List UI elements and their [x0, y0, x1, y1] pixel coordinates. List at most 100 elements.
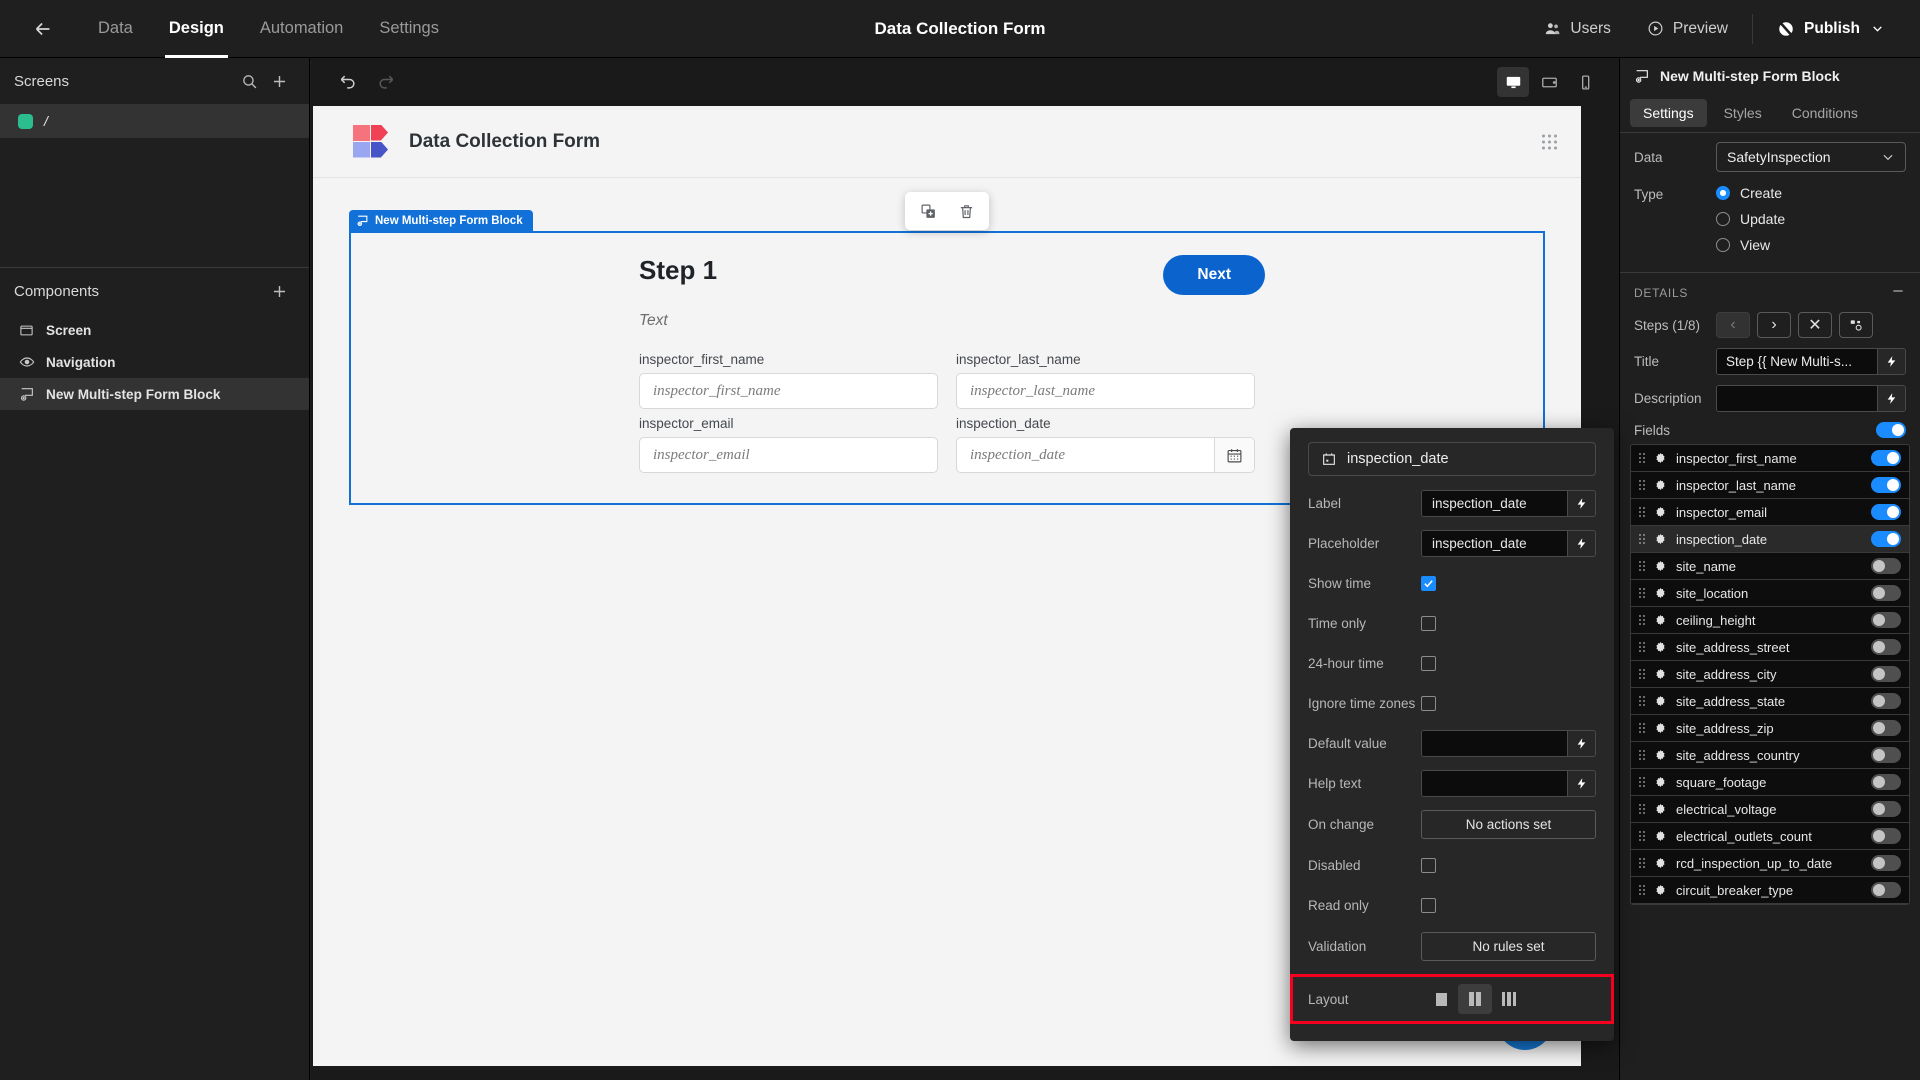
undo-icon[interactable] [329, 72, 367, 92]
drag-handle-icon[interactable] [1639, 588, 1645, 598]
field-enabled-toggle[interactable] [1871, 504, 1901, 520]
collapse-icon[interactable] [1890, 283, 1906, 302]
back-arrow-icon[interactable] [20, 0, 66, 58]
drag-handle-icon[interactable] [1542, 134, 1557, 149]
gear-icon[interactable] [1654, 857, 1667, 870]
desktop-icon[interactable] [1497, 67, 1529, 97]
field-input[interactable]: inspector_last_name [956, 373, 1255, 409]
component-item-multi-step-form-block[interactable]: New Multi-step Form Block [0, 378, 309, 410]
field-list-item[interactable]: square_footage [1631, 769, 1909, 796]
binding-bolt-icon[interactable] [1567, 531, 1595, 556]
drag-handle-icon[interactable] [1639, 777, 1645, 787]
gear-icon[interactable] [1654, 776, 1667, 789]
field-list-item[interactable]: inspection_date [1631, 526, 1909, 553]
component-item-screen[interactable]: Screen [0, 314, 309, 346]
field-enabled-toggle[interactable] [1871, 639, 1901, 655]
gear-icon[interactable] [1654, 803, 1667, 816]
help-text-input[interactable] [1422, 771, 1567, 796]
drag-handle-icon[interactable] [1639, 534, 1645, 544]
field-enabled-toggle[interactable] [1871, 828, 1901, 844]
add-screen-icon[interactable] [264, 72, 295, 91]
field-enabled-toggle[interactable] [1871, 612, 1901, 628]
next-step-button[interactable]: › [1757, 312, 1791, 338]
field-list-item[interactable]: site_address_country [1631, 742, 1909, 769]
gear-icon[interactable] [1654, 560, 1667, 573]
validation-button[interactable]: No rules set [1421, 932, 1596, 961]
drag-handle-icon[interactable] [1639, 750, 1645, 760]
step-title-input[interactable]: Step {{ New Multi-s... [1717, 349, 1877, 374]
field-list-item[interactable]: circuit_breaker_type [1631, 877, 1909, 904]
binding-bolt-icon[interactable] [1877, 386, 1905, 411]
tablet-icon[interactable] [1533, 67, 1565, 97]
field-list-item[interactable]: site_location [1631, 580, 1909, 607]
drag-handle-icon[interactable] [1639, 453, 1645, 463]
field-enabled-toggle[interactable] [1871, 531, 1901, 547]
field-list-item[interactable]: electrical_voltage [1631, 796, 1909, 823]
block-tag[interactable]: New Multi-step Form Block [349, 210, 533, 231]
popover-header[interactable]: inspection_date [1308, 442, 1596, 476]
24-hour-time-checkbox[interactable] [1421, 656, 1436, 671]
prev-step-button[interactable]: ‹ [1716, 312, 1750, 338]
field-enabled-toggle[interactable] [1871, 693, 1901, 709]
step-description-field[interactable] [1716, 385, 1906, 412]
gear-icon[interactable] [1654, 884, 1667, 897]
top-nav-item-settings[interactable]: Settings [361, 0, 457, 58]
placeholder-field[interactable]: inspection_date [1421, 530, 1596, 557]
field-list-item[interactable]: inspector_email [1631, 499, 1909, 526]
drag-handle-icon[interactable] [1639, 831, 1645, 841]
duplicate-icon[interactable] [911, 195, 945, 227]
step-title-field[interactable]: Step {{ New Multi-s... [1716, 348, 1906, 375]
field-enabled-toggle[interactable] [1871, 747, 1901, 763]
default-value-field[interactable] [1421, 730, 1596, 757]
label-field[interactable]: inspection_date [1421, 490, 1596, 517]
time-only-checkbox[interactable] [1421, 616, 1436, 631]
users-button[interactable]: Users [1526, 0, 1628, 58]
field-enabled-toggle[interactable] [1871, 450, 1901, 466]
read-only-checkbox[interactable] [1421, 898, 1436, 913]
field-enabled-toggle[interactable] [1871, 558, 1901, 574]
field-input[interactable]: inspector_email [639, 437, 938, 473]
field-list-item[interactable]: ceiling_height [1631, 607, 1909, 634]
drag-handle-icon[interactable] [1639, 669, 1645, 679]
drag-handle-icon[interactable] [1639, 723, 1645, 733]
help-text-field[interactable] [1421, 770, 1596, 797]
drag-handle-icon[interactable] [1639, 804, 1645, 814]
publish-button[interactable]: Publish [1759, 0, 1902, 58]
binding-bolt-icon[interactable] [1567, 771, 1595, 796]
field-list-item[interactable]: electrical_outlets_count [1631, 823, 1909, 850]
search-icon[interactable] [235, 73, 264, 90]
calendar-icon[interactable] [1214, 438, 1254, 472]
field-enabled-toggle[interactable] [1871, 882, 1901, 898]
gear-icon[interactable] [1654, 749, 1667, 762]
tab-styles[interactable]: Styles [1711, 99, 1775, 127]
field-enabled-toggle[interactable] [1871, 801, 1901, 817]
field-list-item[interactable]: site_address_city [1631, 661, 1909, 688]
gear-icon[interactable] [1654, 506, 1667, 519]
gear-icon[interactable] [1654, 533, 1667, 546]
layout-one-column-icon[interactable] [1424, 984, 1458, 1014]
layout-three-columns-icon[interactable] [1492, 984, 1526, 1014]
type-option-view[interactable]: View [1716, 237, 1906, 253]
field-enabled-toggle[interactable] [1871, 774, 1901, 790]
fields-toggle[interactable] [1876, 422, 1906, 438]
field-list-item[interactable]: inspector_first_name [1631, 445, 1909, 472]
gear-icon[interactable] [1654, 479, 1667, 492]
drag-handle-icon[interactable] [1639, 696, 1645, 706]
disabled-checkbox[interactable] [1421, 858, 1436, 873]
gear-icon[interactable] [1654, 722, 1667, 735]
reorder-steps-button[interactable] [1839, 312, 1873, 338]
binding-bolt-icon[interactable] [1567, 491, 1595, 516]
next-button[interactable]: Next [1163, 255, 1265, 295]
field-input[interactable]: inspector_first_name [639, 373, 938, 409]
top-nav-item-automation[interactable]: Automation [242, 0, 361, 58]
layout-two-columns-icon[interactable] [1458, 984, 1492, 1014]
binding-bolt-icon[interactable] [1567, 731, 1595, 756]
placeholder-input[interactable]: inspection_date [1422, 531, 1567, 556]
binding-bolt-icon[interactable] [1877, 349, 1905, 374]
mobile-icon[interactable] [1569, 67, 1601, 97]
field-list-item[interactable]: rcd_inspection_up_to_date [1631, 850, 1909, 877]
gear-icon[interactable] [1654, 668, 1667, 681]
field-enabled-toggle[interactable] [1871, 720, 1901, 736]
gear-icon[interactable] [1654, 587, 1667, 600]
field-enabled-toggle[interactable] [1871, 666, 1901, 682]
